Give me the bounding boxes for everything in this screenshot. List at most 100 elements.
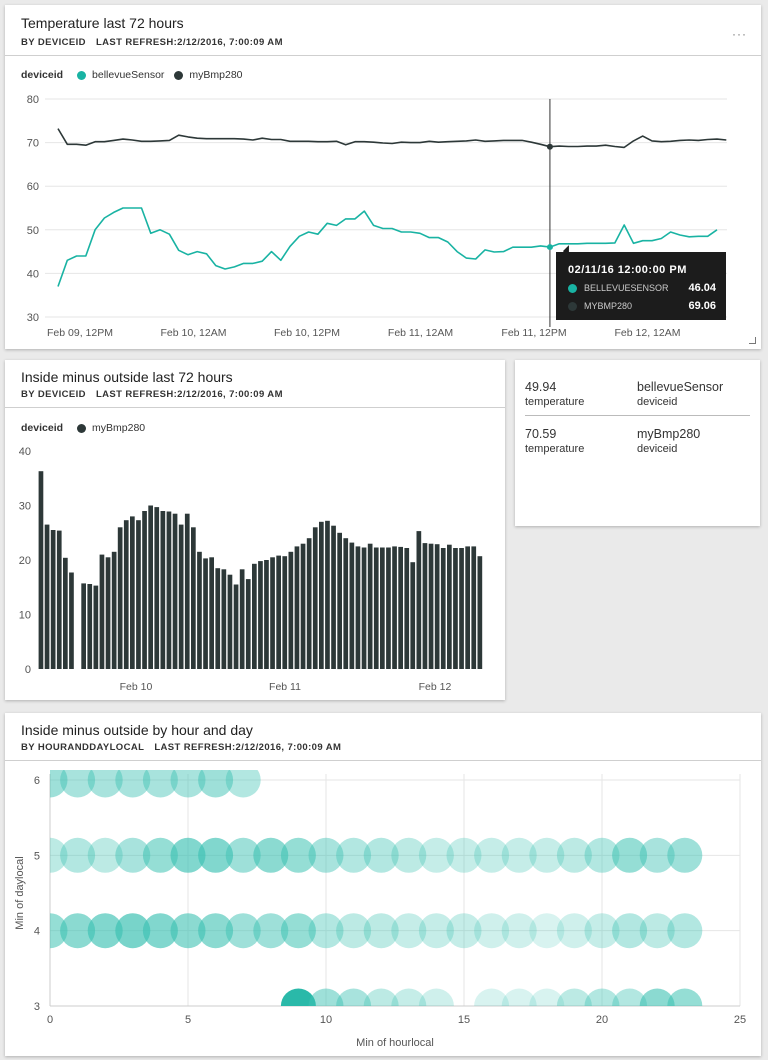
x-tick-label: Feb 12, 12AM: [615, 327, 681, 339]
bar: [471, 546, 477, 669]
y-tick-label: 30: [19, 501, 31, 513]
card-value-label: temperature: [525, 396, 585, 408]
bar: [136, 520, 141, 669]
bar: [111, 551, 117, 669]
bar: [142, 511, 147, 669]
bar: [239, 569, 245, 669]
x-tick-label: Feb 10, 12PM: [274, 327, 340, 339]
bar: [105, 557, 111, 669]
x-tick-label: 25: [734, 1014, 746, 1026]
bar: [367, 543, 373, 669]
x-tick-label: Feb 11, 12AM: [388, 327, 453, 339]
bubble[interactable]: [667, 837, 703, 873]
bar: [337, 532, 342, 670]
x-tick-label: Feb 11: [269, 681, 301, 693]
bar: [197, 551, 202, 669]
bar: [288, 551, 294, 669]
bar: [373, 547, 379, 669]
bar: [148, 505, 153, 669]
bar: [465, 546, 470, 669]
bar: [63, 557, 68, 669]
bar: [245, 579, 251, 669]
bar: [282, 556, 288, 669]
bar: [447, 544, 452, 669]
tooltip: 02/11/16 12:00:00 PM BELLEVUESENSOR 46.0…: [556, 252, 726, 320]
bar: [44, 524, 50, 669]
x-tick-label: Feb 11, 12PM: [501, 327, 566, 339]
bar: [221, 569, 227, 669]
bar: [264, 560, 269, 669]
x-tick-label: Feb 09, 12PM: [47, 327, 113, 339]
bar: [392, 546, 397, 669]
bar: [93, 585, 99, 669]
inside-minus-outside-bar-chart[interactable]: 0 10 20 30 40 Feb 10 Feb 11 Feb 12: [5, 360, 505, 700]
bar: [380, 547, 385, 669]
tile-inside-minus-outside[interactable]: Inside minus outside last 72 hours BY DE…: [5, 360, 505, 700]
bar: [258, 561, 263, 669]
resize-handle-icon[interactable]: [749, 337, 756, 344]
card-value: 70.59: [525, 427, 557, 441]
bar: [227, 574, 233, 669]
bar: [50, 530, 56, 669]
bar: [56, 530, 62, 669]
card-row: 70.59 temperature myBmp280 deviceid: [525, 427, 750, 461]
y-axis-title: Min of daylocal: [14, 856, 26, 929]
bar: [69, 572, 74, 669]
bubble[interactable]: [225, 763, 261, 798]
x-axis-title: Min of hourlocal: [356, 1037, 434, 1049]
hour-day-bubble-chart[interactable]: 0 5 10 15 20 25 3 4 5 6 Min of hourlocal Min of day…: [5, 713, 761, 1056]
bar: [178, 524, 184, 669]
bar: [172, 513, 178, 669]
bar: [87, 584, 93, 669]
tile-hour-and-day[interactable]: Inside minus outside by hour and day BY …: [5, 713, 761, 1056]
bar: [416, 531, 422, 669]
series-line-myBmp280: [57, 128, 727, 149]
bubble[interactable]: [418, 988, 454, 1024]
tile-latest-values[interactable]: 49.94 temperature bellevueSensor devicei…: [515, 360, 760, 526]
card-value: 49.94: [525, 380, 557, 394]
y-tick-label: 5: [34, 850, 40, 862]
y-tick-label: 4: [34, 926, 40, 938]
bar: [386, 547, 391, 669]
card-row: 49.94 temperature bellevueSensor devicei…: [525, 380, 750, 414]
bar: [453, 548, 458, 669]
x-tick-label: Feb 12: [419, 681, 452, 693]
x-tick-label: 10: [320, 1014, 332, 1026]
tooltip-series-value: 46.04: [688, 282, 716, 294]
bar: [233, 584, 239, 669]
tile-temperature[interactable]: Temperature last 72 hours BY DEVICEID LAS…: [5, 5, 761, 349]
card-device-label: deviceid: [637, 396, 678, 408]
x-tick-label: 15: [458, 1014, 470, 1026]
bar: [130, 516, 135, 669]
x-tick-label: 0: [47, 1014, 53, 1026]
bar: [477, 556, 483, 669]
bar: [361, 547, 367, 669]
card-device-name: bellevueSensor: [637, 380, 724, 394]
y-tick-label: 6: [34, 775, 40, 787]
bar: [99, 554, 105, 669]
bar: [319, 521, 324, 669]
bar: [166, 511, 172, 669]
bar: [312, 527, 318, 669]
bar: [459, 548, 464, 669]
bubble[interactable]: [667, 988, 703, 1024]
bar: [38, 471, 44, 669]
bar: [160, 511, 166, 669]
x-tick-label: 20: [596, 1014, 608, 1026]
hover-point: [546, 143, 553, 150]
bar: [306, 538, 312, 669]
card-device-name: myBmp280: [637, 427, 701, 441]
y-tick-label: 60: [27, 181, 39, 193]
bar: [300, 543, 306, 669]
x-tick-label: Feb 10, 12AM: [161, 327, 227, 339]
bar: [349, 542, 355, 669]
hover-point: [546, 244, 553, 251]
bar: [191, 527, 196, 669]
bar: [398, 546, 403, 669]
y-tick-label: 80: [27, 94, 39, 106]
bubble[interactable]: [667, 913, 703, 949]
y-tick-label: 20: [19, 555, 31, 567]
bar: [276, 555, 281, 669]
bar: [428, 543, 434, 669]
tooltip-dot-dark: [568, 302, 577, 311]
